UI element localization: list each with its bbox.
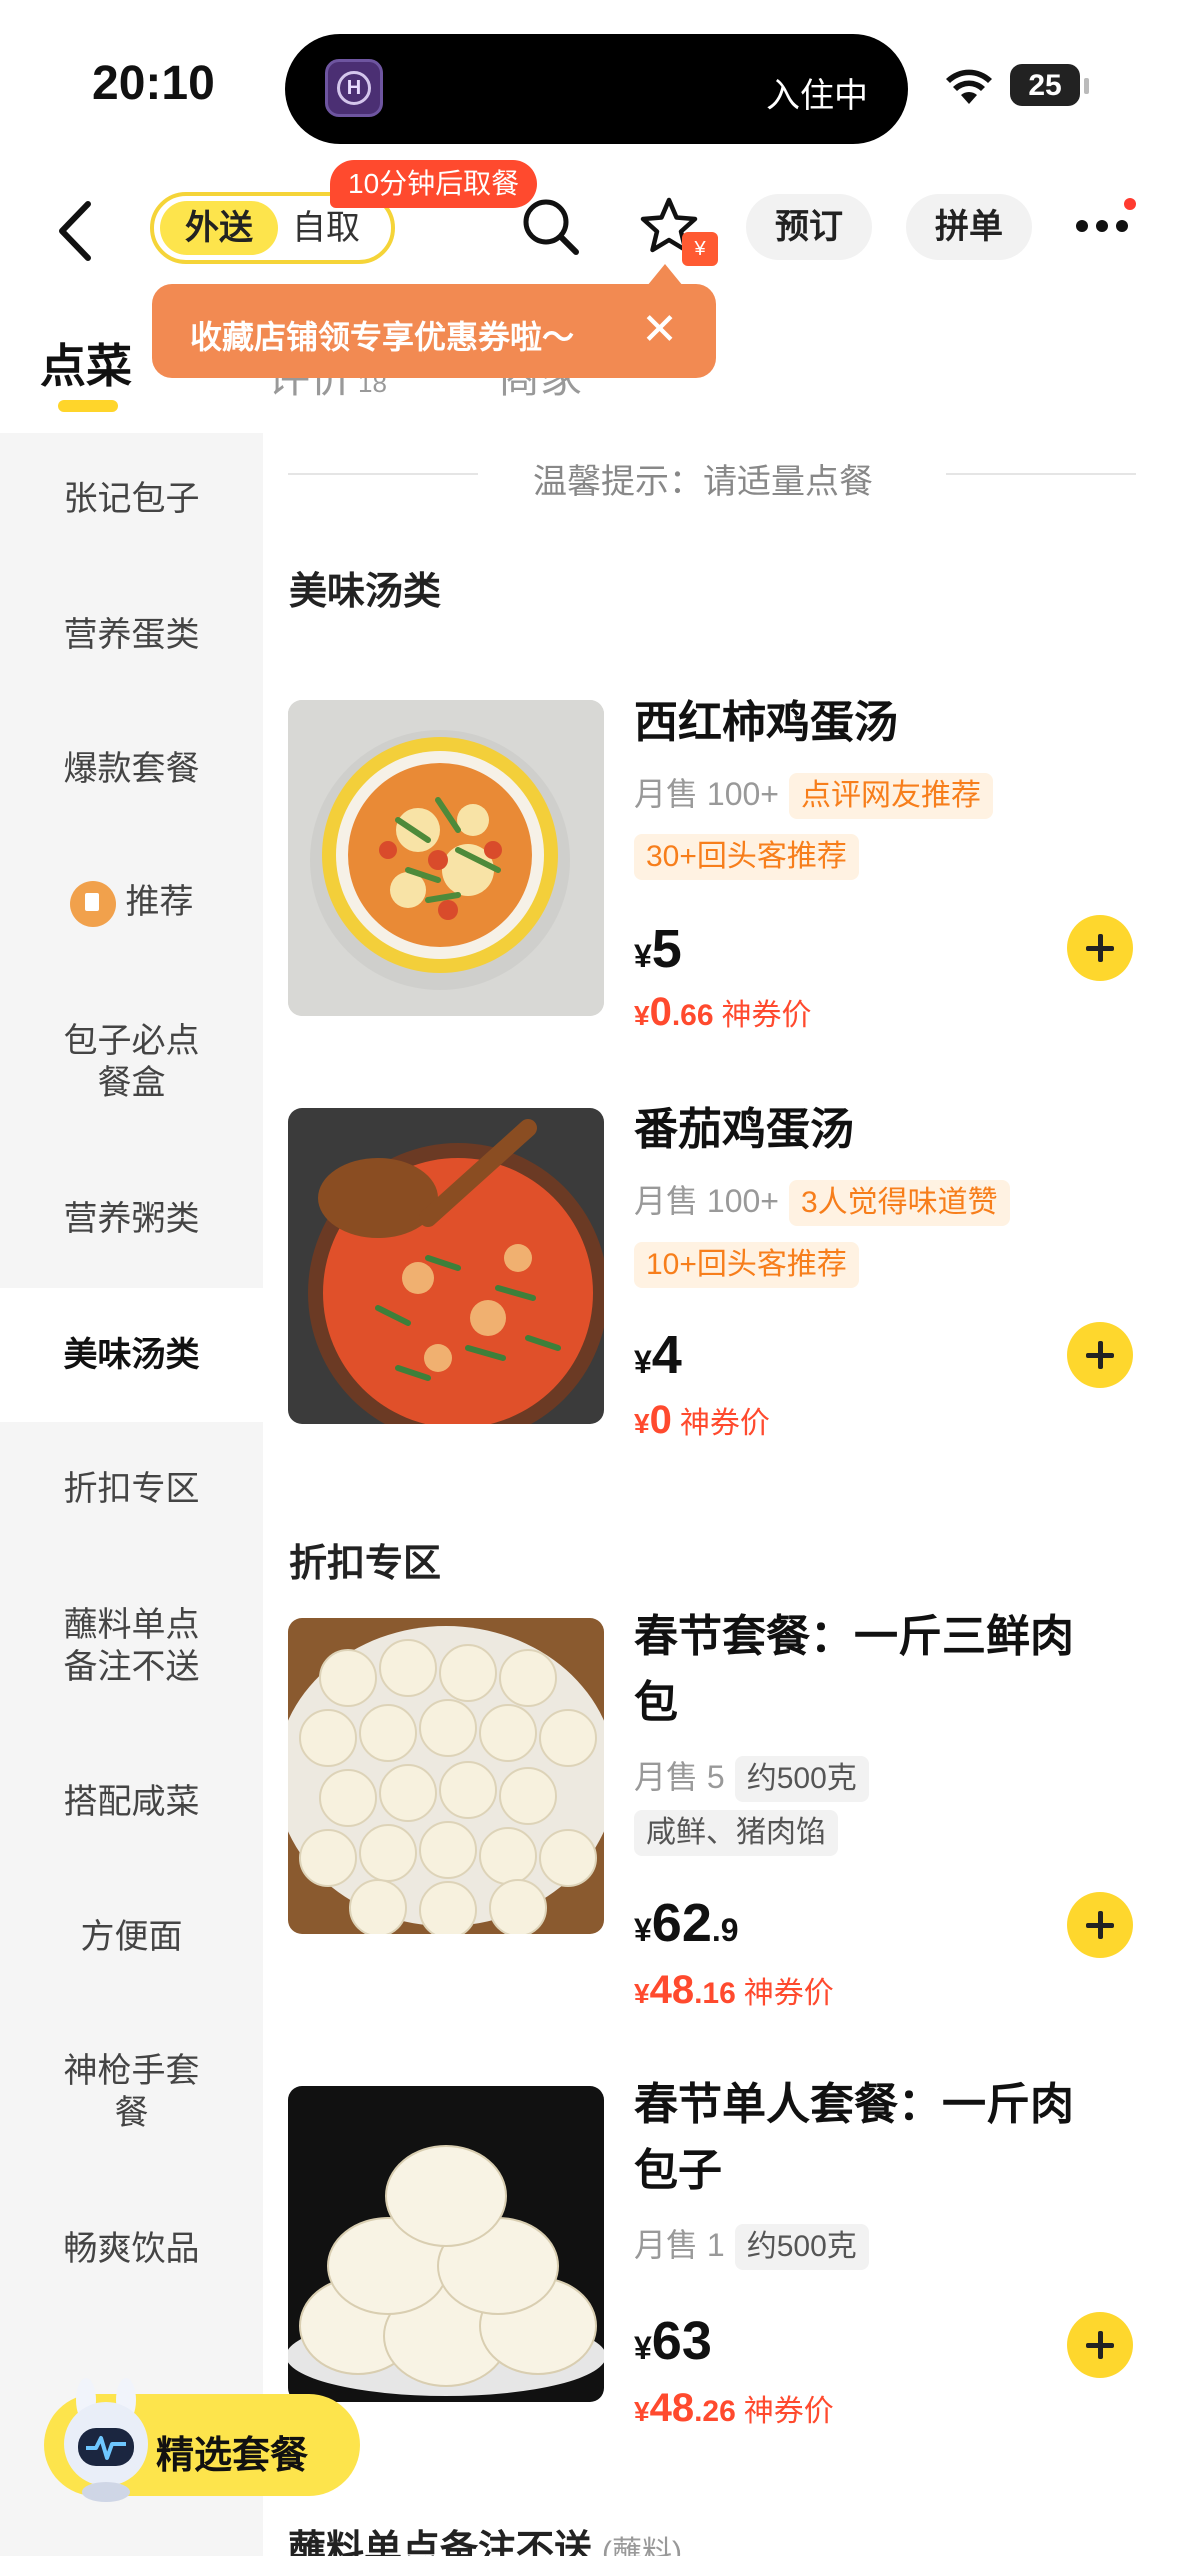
favorite-coupon-tooltip[interactable]: 收藏店铺领专享优惠券啦～ ✕ bbox=[152, 264, 716, 378]
close-icon[interactable]: ✕ bbox=[641, 304, 678, 356]
dish-tag: 30+回头客推荐 bbox=[634, 834, 859, 880]
sidebar-item-pickles[interactable]: 搭配咸菜 bbox=[0, 1781, 263, 1823]
notification-dot bbox=[1124, 198, 1136, 210]
dish-image-steamed-buns[interactable] bbox=[288, 1618, 604, 1934]
section-title-discount: 折扣专区 bbox=[289, 1543, 442, 1585]
sidebar-item-bun-box[interactable]: 包子必点 餐盒 bbox=[0, 1020, 263, 1104]
dish-name[interactable]: 春节单人套餐：一斤肉 包子 bbox=[634, 2072, 1074, 2204]
sidebar-item-drinks[interactable]: 畅爽饮品 bbox=[0, 2228, 263, 2270]
dish-tag-row: 咸鲜、猪肉馅 bbox=[634, 1810, 838, 1856]
delivery-option[interactable]: 外送 bbox=[160, 201, 278, 255]
sidebar-item-discount[interactable]: 折扣专区 bbox=[0, 1468, 263, 1510]
dish-deal-price: ¥48.16 神券价 bbox=[634, 1968, 834, 2012]
tip-text: 温馨提示：请适量点餐 bbox=[533, 463, 873, 501]
tab-order[interactable]: 点菜 bbox=[40, 330, 132, 396]
group-order-button[interactable]: 拼单 bbox=[906, 194, 1032, 260]
live-activity-text: 入住中 bbox=[766, 77, 868, 115]
dish-deal-price: ¥48.26 神券价 bbox=[634, 2386, 834, 2430]
back-icon[interactable] bbox=[50, 196, 100, 266]
divider bbox=[288, 473, 478, 475]
dish-price: ¥62.9 bbox=[634, 1893, 739, 1953]
dish-sales: 月售 100+ 点评网友推荐 bbox=[634, 771, 993, 819]
dish-name[interactable]: 西红柿鸡蛋汤 bbox=[634, 690, 898, 756]
dish-price: ¥63 bbox=[634, 2311, 712, 2371]
pickup-time-badge: 10分钟后取餐 bbox=[330, 160, 538, 208]
hotel-app-icon: H bbox=[325, 59, 383, 117]
battery-icon: 25 bbox=[1010, 64, 1080, 106]
sidebar-item-eggs[interactable]: 营养蛋类 bbox=[0, 614, 263, 656]
dish-sales: 月售 100+ 3人觉得味道赞 bbox=[634, 1178, 1010, 1226]
tab-active-indicator bbox=[58, 400, 118, 412]
section-title-soup: 美味汤类 bbox=[289, 571, 442, 613]
featured-set-label: 精选套餐 bbox=[156, 2435, 309, 2477]
dish-deal-price: ¥0 神券价 bbox=[634, 1398, 770, 1442]
sidebar-item-noodles[interactable]: 方便面 bbox=[0, 1916, 263, 1958]
dish-tag: 3人觉得味道赞 bbox=[788, 1180, 1010, 1226]
dish-tag: 咸鲜、猪肉馅 bbox=[634, 1810, 838, 1856]
dish-price: ¥5 bbox=[634, 919, 682, 979]
dish-price: ¥4 bbox=[634, 1325, 682, 1385]
add-to-cart-button[interactable] bbox=[1067, 2312, 1133, 2378]
dish-tag: 约500克 bbox=[734, 1756, 869, 1802]
section-title-sauce: 蘸料单点备注不送 (蘸料) bbox=[288, 2529, 682, 2556]
dynamic-island[interactable]: H 入住中 bbox=[285, 34, 908, 144]
dish-image-tomato-soup[interactable] bbox=[288, 1108, 604, 1424]
add-to-cart-button[interactable] bbox=[1067, 1892, 1133, 1958]
divider bbox=[946, 473, 1136, 475]
pickup-option[interactable]: 自取 bbox=[292, 201, 360, 255]
dish-tag: 点评网友推荐 bbox=[788, 773, 993, 819]
dish-deal-price: ¥0.66 神券价 bbox=[634, 990, 812, 1034]
sidebar-item-label: 推荐 bbox=[125, 883, 194, 921]
battery-cap bbox=[1084, 78, 1089, 94]
sidebar-item-hot-sets[interactable]: 爆款套餐 bbox=[0, 748, 263, 790]
dish-image-tomato-egg-soup[interactable] bbox=[288, 700, 604, 1016]
add-to-cart-button[interactable] bbox=[1067, 915, 1133, 981]
dish-tag-row: 10+回头客推荐 bbox=[634, 1242, 859, 1288]
dish-image-meat-buns[interactable] bbox=[288, 2086, 604, 2402]
dish-sales: 月售 5 约500克 bbox=[634, 1754, 869, 1802]
coupon-icon: ¥ bbox=[682, 232, 718, 266]
dish-name[interactable]: 番茄鸡蛋汤 bbox=[634, 1097, 854, 1163]
sidebar-item-zhangji[interactable]: 张记包子 bbox=[0, 478, 263, 520]
sidebar-item-shooter-set[interactable]: 神枪手套 餐 bbox=[0, 2050, 263, 2134]
search-icon[interactable] bbox=[518, 194, 584, 260]
reserve-button[interactable]: 预订 bbox=[746, 194, 872, 260]
status-time: 20:10 bbox=[92, 57, 215, 110]
sidebar-item-porridge[interactable]: 营养粥类 bbox=[0, 1198, 263, 1240]
dish-tag: 10+回头客推荐 bbox=[634, 1242, 859, 1288]
featured-set-button[interactable]: 精选套餐 bbox=[44, 2378, 360, 2502]
more-icon[interactable] bbox=[1074, 218, 1130, 234]
dish-sales: 月售 1 约500克 bbox=[634, 2222, 869, 2270]
add-to-cart-button[interactable] bbox=[1067, 1322, 1133, 1388]
dish-name[interactable]: 春节套餐：一斤三鲜肉包 bbox=[634, 1604, 1074, 1736]
dish-tag-row: 30+回头客推荐 bbox=[634, 834, 859, 880]
sidebar-item-soup[interactable]: 美味汤类 bbox=[0, 1288, 263, 1422]
wifi-icon bbox=[946, 69, 992, 104]
robot-icon bbox=[64, 2378, 148, 2502]
sidebar-item-recommend[interactable]: 推荐 bbox=[0, 881, 263, 928]
recommend-icon bbox=[69, 881, 116, 928]
tooltip-text: 收藏店铺领专享优惠券啦～ bbox=[190, 319, 575, 355]
dish-tag: 约500克 bbox=[734, 2224, 869, 2270]
sidebar-item-sauce[interactable]: 蘸料单点 备注不送 bbox=[0, 1604, 263, 1688]
